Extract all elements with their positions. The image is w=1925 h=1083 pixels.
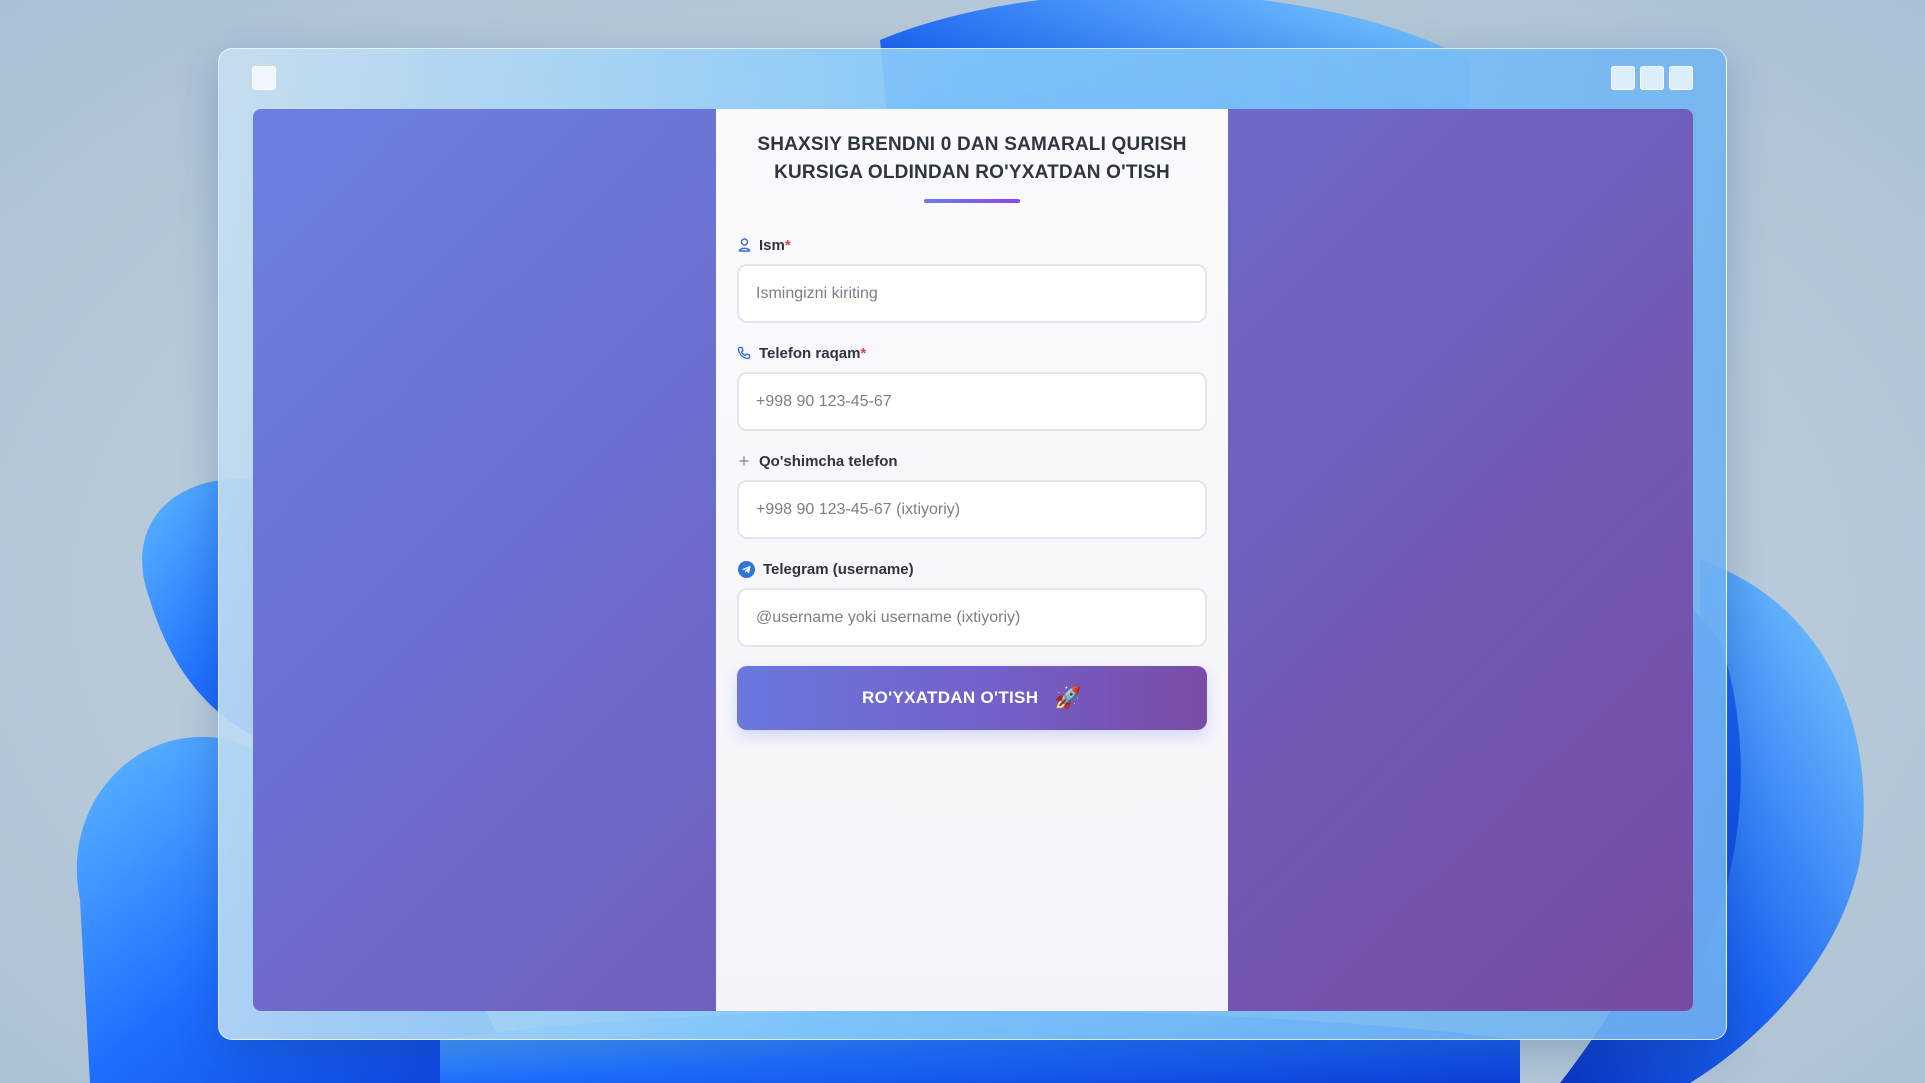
minimize-button[interactable] (1611, 66, 1635, 90)
maximize-button[interactable] (1640, 66, 1664, 90)
phone-input[interactable] (737, 372, 1207, 431)
register-button[interactable]: RO'YXATDAN O'TISH 🚀 (737, 666, 1207, 730)
name-label-text: Ism (759, 236, 785, 254)
name-input[interactable] (737, 264, 1207, 323)
plus-icon (737, 454, 751, 468)
telegram-input[interactable] (737, 588, 1207, 647)
name-label: Ism* (737, 235, 1207, 255)
phone-label-text: Telefon raqam (759, 344, 861, 362)
telegram-field-group: Telegram (username) (737, 559, 1207, 647)
phone-field-group: Telefon raqam* (737, 343, 1207, 431)
name-field-group: Ism* (737, 235, 1207, 323)
required-mark: * (784, 236, 791, 254)
extra-phone-label: Qo'shimcha telefon (737, 451, 1207, 471)
user-icon (737, 238, 751, 252)
telegram-label-text: Telegram (username) (763, 560, 914, 578)
page-content: SHAXSIY BRENDNI 0 DAN SAMARALI QURISH KU… (253, 109, 1693, 1011)
app-window: SHAXSIY BRENDNI 0 DAN SAMARALI QURISH KU… (218, 48, 1727, 1040)
required-mark: * (860, 344, 867, 362)
window-menu-button[interactable] (252, 66, 276, 90)
telegram-icon (737, 560, 755, 578)
register-button-label: RO'YXATDAN O'TISH (862, 688, 1039, 707)
telegram-label: Telegram (username) (737, 559, 1207, 579)
phone-icon (737, 346, 751, 360)
extra-phone-label-text: Qo'shimcha telefon (759, 452, 898, 470)
extra-phone-input[interactable] (737, 480, 1207, 539)
close-button[interactable] (1669, 66, 1693, 90)
registration-form: SHAXSIY BRENDNI 0 DAN SAMARALI QURISH KU… (716, 109, 1228, 1011)
phone-label: Telefon raqam* (737, 343, 1207, 363)
extra-phone-field-group: Qo'shimcha telefon (737, 451, 1207, 539)
form-title: SHAXSIY BRENDNI 0 DAN SAMARALI QURISH KU… (757, 134, 1187, 183)
rocket-icon: 🚀 (1054, 685, 1082, 710)
title-underline (924, 199, 1020, 203)
